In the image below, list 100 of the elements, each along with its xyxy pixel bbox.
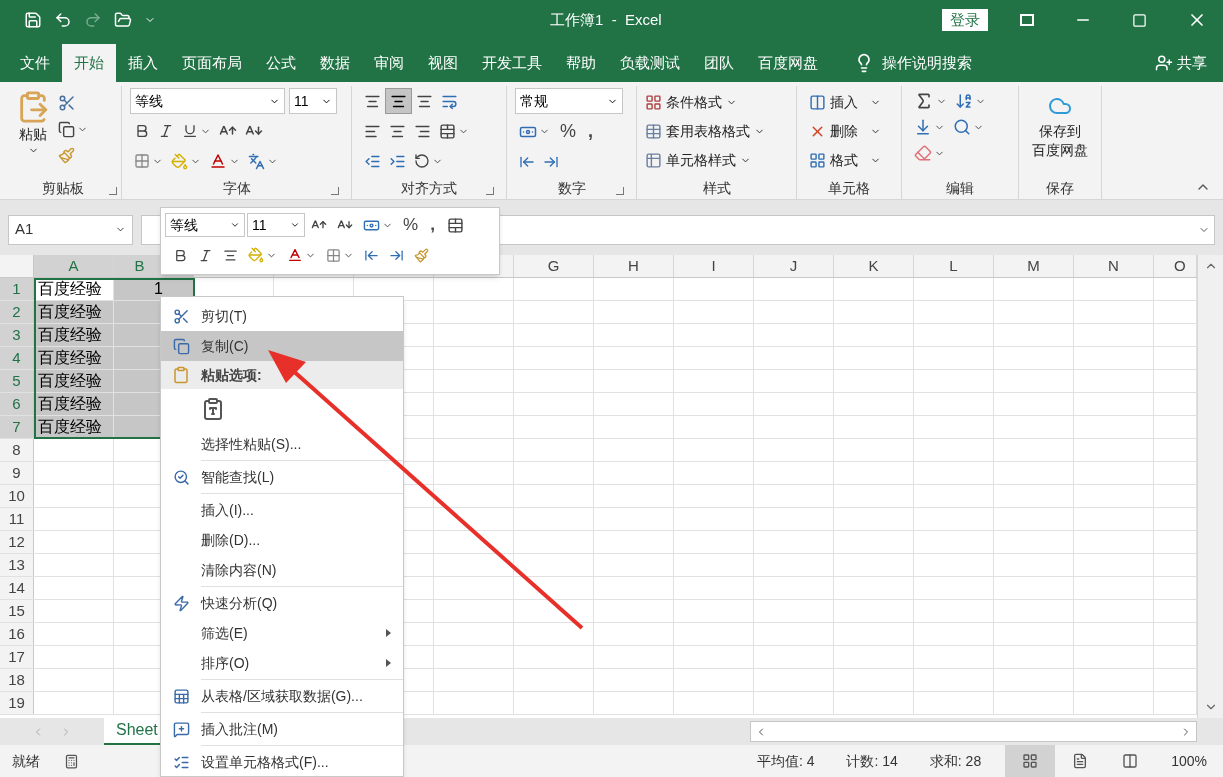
grid-icon	[645, 94, 662, 111]
dialog-launcher-icon[interactable]	[486, 187, 494, 195]
paste-button[interactable]: 粘贴	[16, 86, 50, 177]
group-label: 样式	[702, 178, 731, 198]
view-button[interactable]	[1005, 745, 1056, 777]
vertical-scrollbar[interactable]	[1197, 255, 1223, 718]
menu-item-icon	[172, 720, 190, 738]
ribbon-tab[interactable]: 负载测试	[608, 44, 692, 82]
save-to-cloud-button[interactable]: 保存到 百度网盘	[1019, 86, 1101, 177]
sort-filter-icon	[955, 92, 973, 110]
copy-icon	[58, 120, 75, 138]
column-header[interactable]: G	[547, 254, 560, 278]
style-menu-button[interactable]: 套用表格格式	[645, 117, 788, 146]
borders-icon	[134, 153, 150, 169]
menu-item[interactable]: 选择性粘贴(S)...	[161, 429, 403, 459]
insert-cells-icon	[809, 94, 826, 111]
dialog-launcher-icon[interactable]	[616, 187, 624, 195]
ribbon-display-icon[interactable]	[1020, 14, 1034, 26]
open-folder-icon[interactable]	[114, 11, 132, 29]
style-menu-button[interactable]: 条件格式	[645, 88, 788, 117]
group-label: 单元格	[828, 178, 870, 198]
percent-style-button[interactable]: %	[399, 212, 423, 238]
menu-item[interactable]: 排序(O)	[161, 648, 403, 678]
font-name-dropdown[interactable]: 等线	[165, 213, 245, 237]
align-middle-icon[interactable]	[385, 88, 412, 114]
column-header[interactable]: H	[628, 254, 639, 278]
clipboard-icon	[172, 366, 190, 384]
table-cell[interactable]: 百度经验	[34, 324, 114, 346]
font-color-icon	[287, 247, 303, 263]
font-name-dropdown[interactable]: 等线	[130, 88, 285, 114]
column-header[interactable]: O	[1174, 254, 1186, 278]
cells-menu-button[interactable]: 插入	[809, 88, 889, 117]
cells-menu-button[interactable]: 格式	[809, 146, 889, 175]
dialog-launcher-icon[interactable]	[109, 187, 117, 195]
table-cell[interactable]: 百度经验	[34, 301, 114, 323]
share-button[interactable]: 共享	[1155, 44, 1223, 82]
tell-me-search[interactable]: 操作说明搜索	[882, 51, 972, 75]
undo-icon[interactable]	[54, 11, 72, 29]
font-color-icon	[209, 152, 227, 170]
table-cell[interactable]: 百度经验	[34, 347, 114, 369]
column-header[interactable]: I	[711, 254, 716, 278]
style-menu-button[interactable]: 单元格样式	[645, 146, 788, 175]
name-box[interactable]: A1	[8, 214, 133, 245]
sign-in-button[interactable]: 登录	[942, 9, 988, 31]
table-cell[interactable]: 百度经验	[34, 416, 114, 438]
menu-item[interactable]: 智能查找(L)	[161, 462, 403, 492]
ribbon-tab[interactable]: 团队	[692, 44, 746, 82]
column-header[interactable]: M	[1027, 254, 1040, 278]
column-header[interactable]: J	[789, 254, 798, 278]
ribbon-tab[interactable]: 数据	[308, 44, 362, 82]
fill-color-icon	[171, 152, 188, 170]
comma-style-button[interactable]: ,	[582, 118, 600, 145]
fill-color-icon	[248, 247, 264, 263]
table-icon	[645, 123, 662, 140]
ribbon-tab[interactable]: 帮助	[554, 44, 608, 82]
table-cell[interactable]: 百度经验	[34, 393, 114, 415]
column-header[interactable]: K	[868, 254, 879, 278]
cells-menu-button[interactable]: 删除	[809, 117, 889, 146]
ribbon-tab[interactable]: 开始	[62, 44, 116, 82]
column-header[interactable]: A	[68, 254, 79, 278]
macro-record-icon[interactable]	[64, 753, 79, 769]
borders-icon	[326, 247, 341, 263]
table-cell[interactable]: 百度经验	[34, 370, 114, 392]
ribbon-tab[interactable]: 开发工具	[470, 44, 554, 82]
average-stat: 平均值: 4	[756, 751, 815, 771]
font-size-dropdown[interactable]: 11	[247, 213, 305, 237]
comma-style-button[interactable]: ,	[424, 212, 441, 238]
menu-item[interactable]: 快速分析(Q)	[161, 588, 403, 618]
menu-item[interactable]: 剪切(T)	[161, 301, 403, 331]
menu-item[interactable]: 筛选(E)	[161, 618, 403, 648]
ribbon-tab[interactable]: 百度网盘	[746, 44, 830, 82]
ribbon-tab[interactable]: 文件	[8, 44, 62, 82]
group-label: 剪贴板	[41, 178, 84, 198]
menu-item[interactable]: 从表格/区域获取数据(G)...	[161, 681, 403, 711]
ribbon-tab[interactable]: 公式	[254, 44, 308, 82]
menu-item[interactable]: 删除(D)...	[161, 525, 403, 555]
maximize-icon[interactable]	[1132, 12, 1147, 28]
column-header[interactable]: L	[949, 254, 958, 278]
ribbon-tab[interactable]: 审阅	[362, 44, 416, 82]
paste-text-icon[interactable]	[201, 397, 225, 421]
number-format-dropdown[interactable]: 常规	[515, 88, 623, 114]
ribbon-tab[interactable]: 插入	[116, 44, 170, 82]
menu-item[interactable]: 复制(C)	[161, 331, 403, 361]
percent-style-button[interactable]: %	[554, 118, 582, 145]
zoom-level[interactable]: 100%	[1155, 750, 1223, 772]
merge-icon	[439, 122, 456, 140]
column-header[interactable]: B	[134, 254, 145, 278]
orientation-icon	[414, 153, 430, 169]
ribbon-tab[interactable]: 页面布局	[170, 44, 254, 82]
dialog-launcher-icon[interactable]	[331, 187, 339, 195]
menu-item[interactable]: 插入(I)...	[161, 495, 403, 525]
save-icon[interactable]	[24, 11, 42, 29]
menu-item-icon	[172, 687, 190, 705]
group-label: 编辑	[946, 178, 974, 198]
window-title: 工作簿1 - Excel	[550, 9, 662, 30]
ribbon-tab[interactable]: 视图	[416, 44, 470, 82]
menu-item[interactable]: 清除内容(N)	[161, 555, 403, 585]
font-size-dropdown[interactable]: 11	[289, 88, 337, 114]
column-header[interactable]: N	[1108, 254, 1119, 278]
menu-item[interactable]: 设置单元格格式(F)...	[161, 747, 403, 776]
